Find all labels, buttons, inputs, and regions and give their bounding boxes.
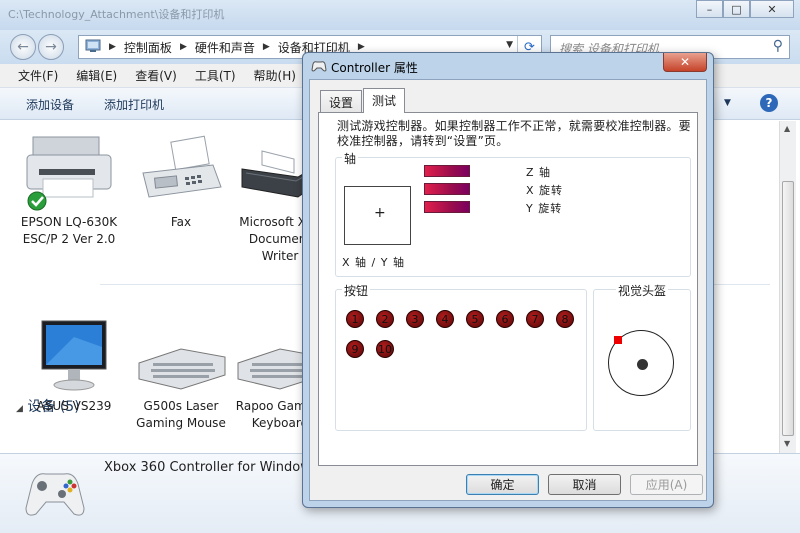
controller-button-indicator: 7 [526,310,544,328]
z-axis-label: Z 轴 [526,166,552,179]
breadcrumb-separator: ▶ [179,42,187,52]
tab-test[interactable]: 测试 [363,88,406,113]
device-label: EPSON LQ-630K ESC/P 2 Ver 2.0 [20,215,118,246]
pov-center-dot [637,359,648,370]
close-icon: ✕ [767,2,777,16]
buttons-group: 按钮 1 2 3 4 5 6 7 8 9 10 [335,282,587,431]
tab-settings[interactable]: 设置 [320,90,363,112]
help-icon[interactable]: ? [760,94,778,112]
add-device-button[interactable]: 添加设备 [26,96,74,113]
maximize-icon: □ [731,2,742,16]
explorer-titlebar: C:\Technology_Attachment\设备和打印机 – □ ✕ [0,0,800,30]
device-item-epson[interactable]: EPSON LQ-630K ESC/P 2 Ver 2.0 [14,129,124,248]
dialog-body: 设置 测试 测试游戏控制器。如果控制器工作不正常，就需要校准控制器。要校准控制器… [309,79,707,501]
device-item-g500s-mouse[interactable]: G500s Laser Gaming Mouse [126,317,236,432]
controller-button-indicator: 5 [466,310,484,328]
breadcrumb-control-panel[interactable]: 控制面板 [124,39,172,56]
controller-button-indicator: 3 [406,310,424,328]
test-tab-panel: 测试游戏控制器。如果控制器工作不正常，就需要校准控制器。要校准控制器，请转到“设… [318,112,698,466]
axes-group: 轴 + X 轴 / Y 轴 Z 轴 X 旋转 Y 旋转 [335,150,691,277]
pov-group-title: 视觉头盔 [616,282,669,299]
gamepad-icon [22,458,88,527]
ok-button[interactable]: 确定 [466,474,539,495]
breadcrumb-hardware-sound[interactable]: 硬件和声音 [195,39,255,56]
device-item-fax[interactable]: Fax [126,129,236,231]
controller-button-indicator: 1 [346,310,364,328]
cancel-button[interactable]: 取消 [548,474,621,495]
breadcrumb-separator: ▶ [262,42,270,52]
breadcrumb-separator: ▶ [357,42,365,52]
buttons-group-title: 按钮 [342,282,371,299]
scroll-down-icon[interactable]: ▼ [784,439,790,448]
scrollbar-thumb[interactable] [782,181,794,436]
address-dropdown-icon[interactable]: ▼ [506,40,513,50]
content-scrollbar[interactable]: ▲ ▼ [779,121,796,453]
xy-axis-label: X 轴 / Y 轴 [342,256,405,269]
gamepad-icon [311,60,327,75]
back-arrow-icon: ← [17,39,29,55]
dialog-title: Controller 属性 [331,61,418,75]
device-item-asus-monitor[interactable]: ASUS VS239 [19,317,129,415]
controller-button-indicator: 6 [496,310,514,328]
menu-help[interactable]: 帮助(H) [254,67,296,84]
device-label: ASUS VS239 [36,399,112,413]
view-options-dropdown-icon[interactable]: ▼ [724,98,731,108]
x-rotation-label: X 旋转 [526,184,564,197]
menu-file[interactable]: 文件(F) [18,67,58,84]
add-printer-button[interactable]: 添加打印机 [104,96,164,113]
crosshair-icon: + [374,205,386,221]
minimize-icon: – [706,2,713,16]
back-button[interactable]: ← [10,34,36,60]
close-button[interactable]: ✕ [750,0,794,18]
pov-group: 视觉头盔 [593,282,691,431]
menu-tools[interactable]: 工具(T) [195,67,236,84]
maximize-button[interactable]: □ [723,0,750,18]
fax-icon [126,129,236,214]
printer-icon [14,129,124,214]
y-rotation-bar [424,201,470,213]
menu-edit[interactable]: 编辑(E) [76,67,117,84]
controller-button-indicator: 2 [376,310,394,328]
xy-axis-display: + [344,186,411,245]
pov-direction-marker [614,336,622,344]
selected-device-name: Xbox 360 Controller for Windows [104,460,318,475]
controller-button-indicator: 8 [556,310,574,328]
menu-view[interactable]: 查看(V) [135,67,177,84]
window-title: C:\Technology_Attachment\设备和打印机 [8,8,225,21]
controller-properties-dialog: Controller 属性 ✕ 设置 测试 测试游戏控制器。如果控制器工作不正常… [302,52,714,508]
minimize-button[interactable]: – [696,0,723,18]
window-controls: – □ ✕ [696,0,794,18]
scroll-up-icon[interactable]: ▲ [784,124,790,133]
y-rotation-label: Y 旋转 [526,202,563,215]
apply-button[interactable]: 应用(A) [630,474,703,495]
control-panel-icon [85,39,101,56]
monitor-icon [19,317,129,398]
controller-button-indicator: 4 [436,310,454,328]
breadcrumb-separator: ▶ [109,42,116,52]
forward-arrow-icon: → [45,39,57,55]
controller-button-indicator: 9 [346,340,364,358]
forward-button[interactable]: → [38,34,64,60]
device-label: G500s Laser Gaming Mouse [136,399,226,430]
z-axis-bar [424,165,470,177]
search-icon[interactable]: ⚲ [773,38,783,54]
controller-button-indicator: 10 [376,340,394,358]
device-label: Fax [170,215,192,229]
x-rotation-bar [424,183,470,195]
dialog-close-button[interactable]: ✕ [663,53,707,72]
axes-group-title: 轴 [342,150,359,167]
keyboard-icon [126,317,236,398]
close-icon: ✕ [679,55,691,69]
test-description: 测试游戏控制器。如果控制器工作不正常，就需要校准控制器。要校准控制器，请转到“设… [337,119,691,148]
